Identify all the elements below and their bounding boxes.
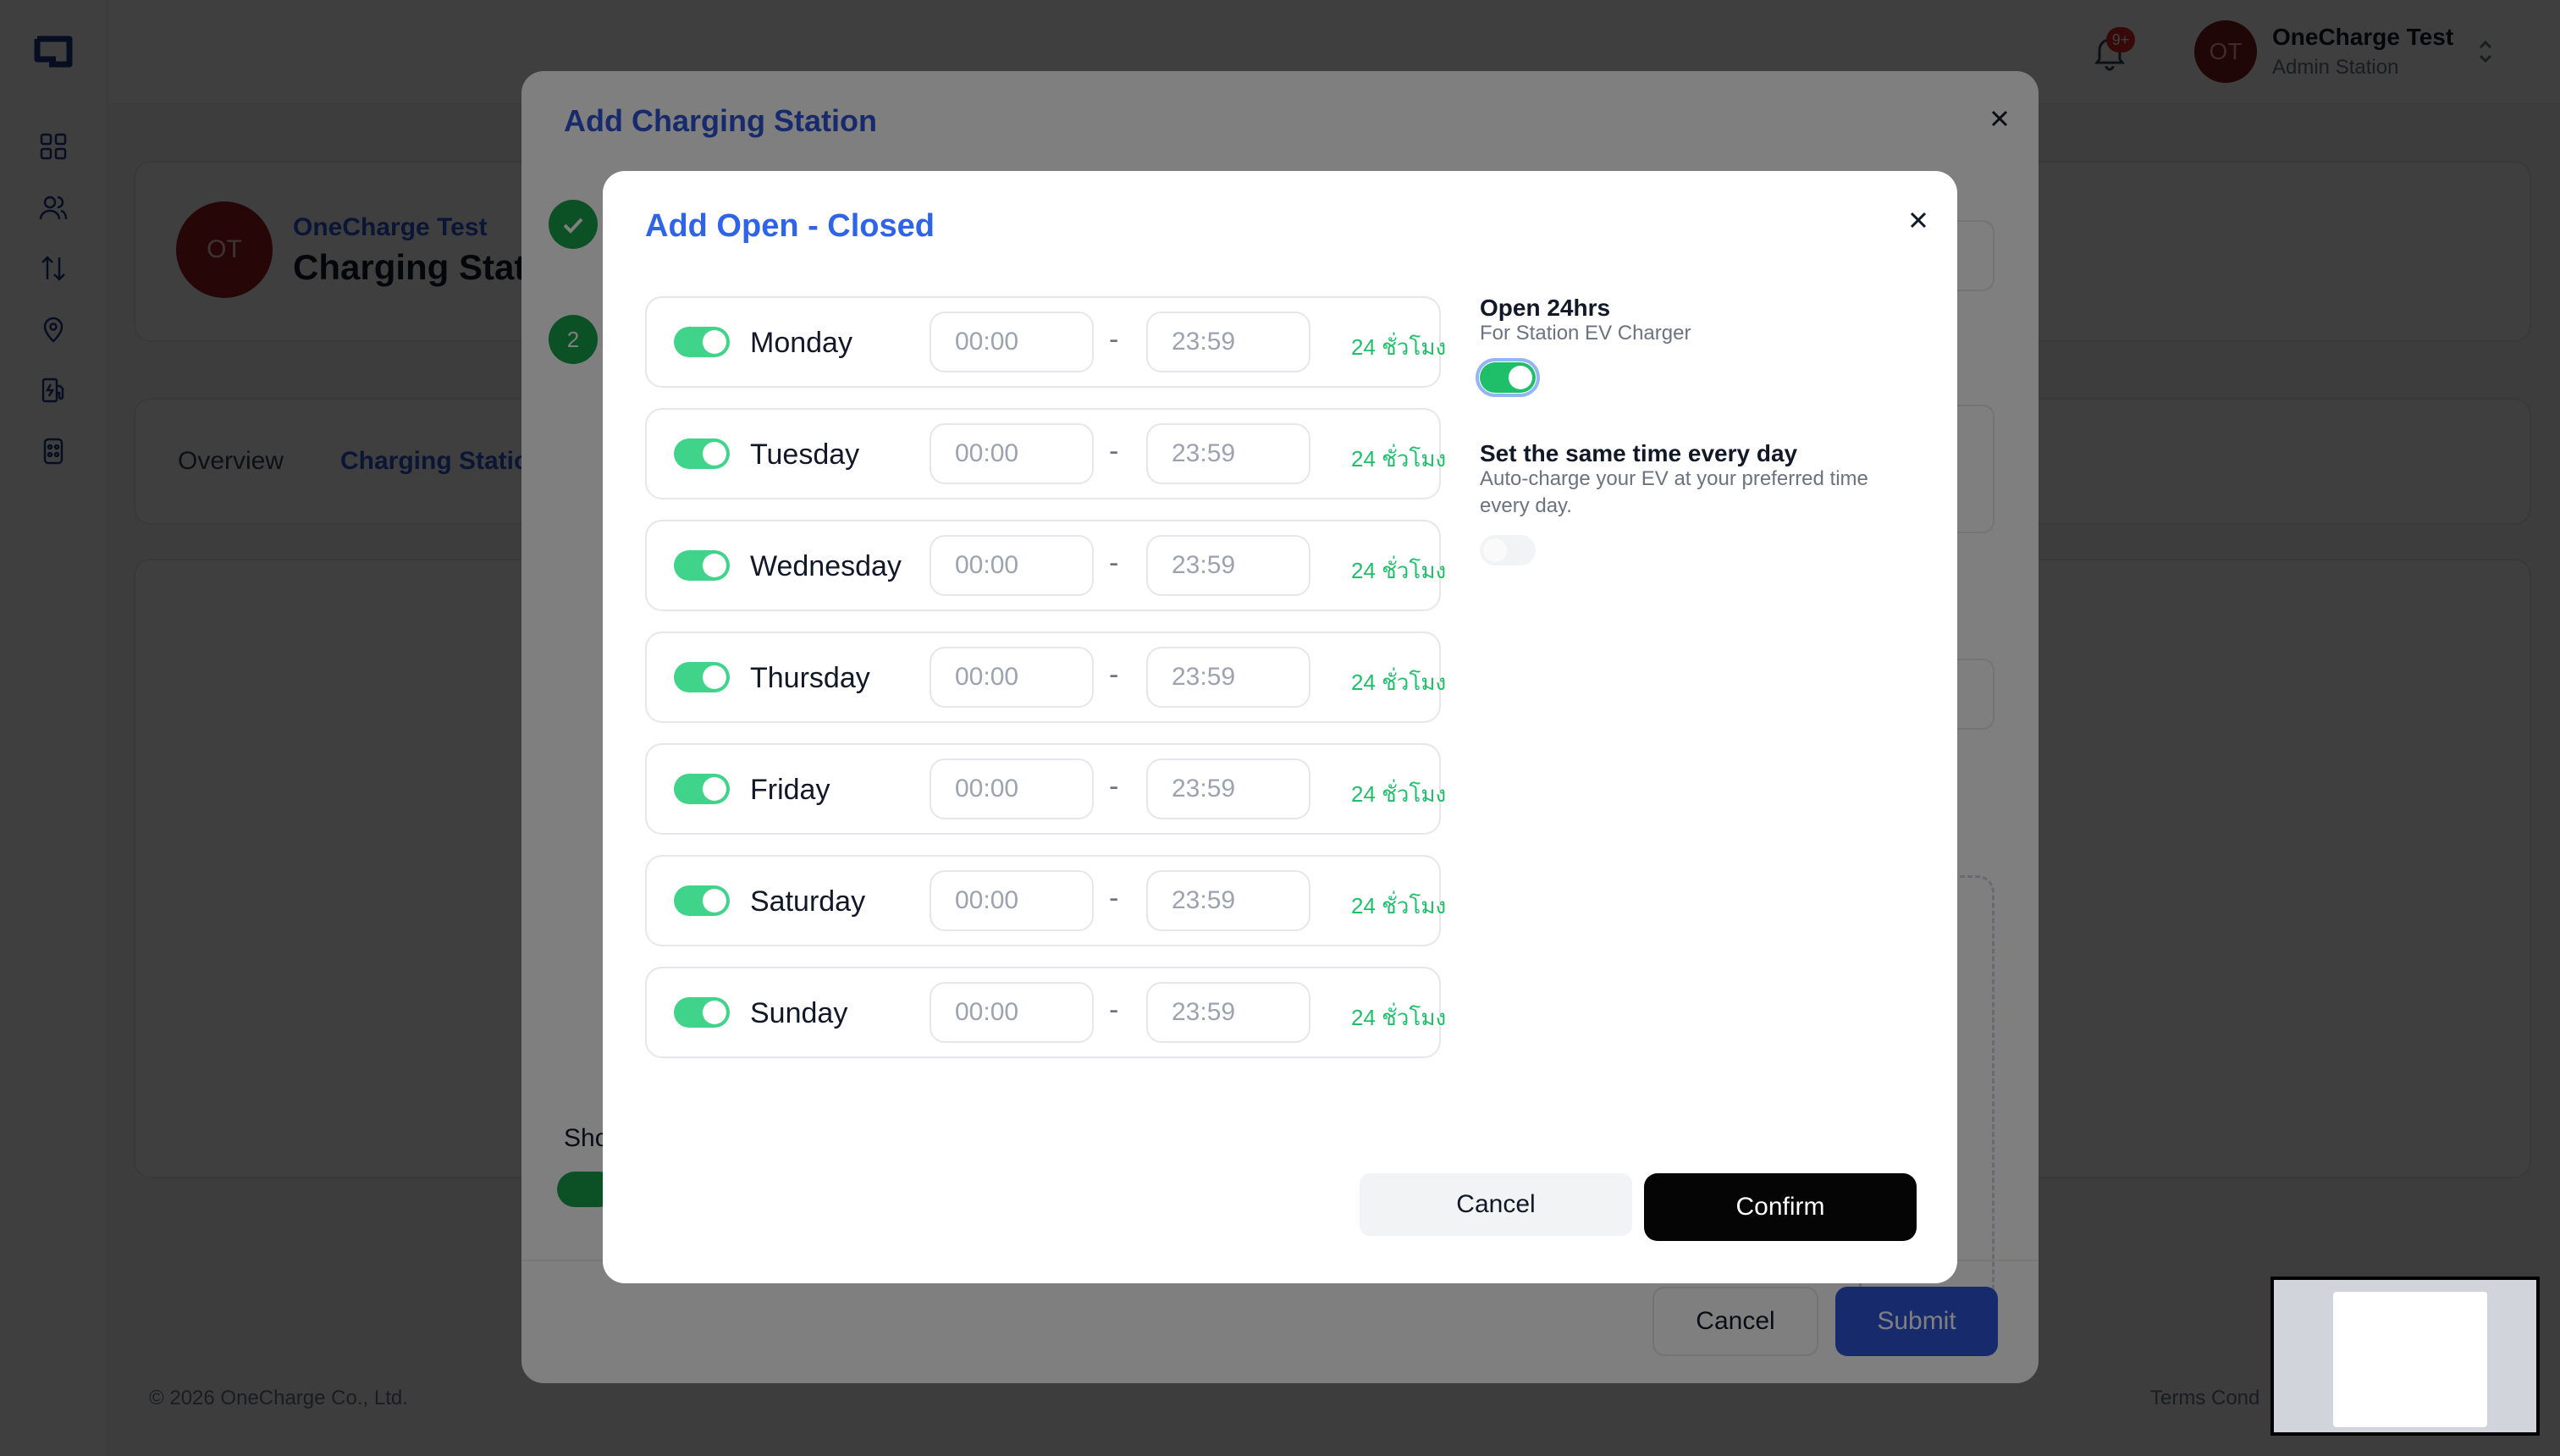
open-time-input[interactable]: 00:00 (930, 758, 1094, 819)
time-separator: - (1109, 659, 1119, 691)
day-label: Wednesday (750, 550, 902, 582)
screen-preview-thumbnail[interactable] (2270, 1277, 2540, 1436)
day-row-friday: Friday 00:00 - 23:59 24 ชั่วโมง (645, 743, 1446, 835)
day-label: Friday (750, 774, 830, 806)
open-24hrs-description: For Station EV Charger (1480, 322, 1691, 345)
close-icon[interactable] (1901, 203, 1935, 237)
close-time-input[interactable]: 23:59 (1146, 312, 1310, 372)
hours-label: 24 ชั่วโมง (1351, 1005, 1447, 1030)
hours-label: 24 ชั่วโมง (1351, 893, 1447, 918)
thumbnail-modal (2333, 1292, 2487, 1427)
hours-label: 24 ชั่วโมง (1351, 446, 1447, 472)
add-open-closed-modal: Add Open - Closed Monday 00:00 - 23:59 2… (603, 171, 1957, 1283)
day-toggle[interactable] (674, 997, 730, 1028)
open-time-input[interactable]: 00:00 (930, 423, 1094, 484)
day-toggle[interactable] (674, 885, 730, 916)
day-row-thursday: Thursday 00:00 - 23:59 24 ชั่วโมง (645, 631, 1446, 723)
same-time-toggle[interactable] (1480, 535, 1536, 565)
close-time-input[interactable]: 23:59 (1146, 423, 1310, 484)
day-toggle[interactable] (674, 438, 730, 469)
hours-label: 24 ชั่วโมง (1351, 670, 1447, 695)
cancel-button[interactable]: Cancel (1360, 1173, 1632, 1236)
hours-label: 24 ชั่วโมง (1351, 781, 1447, 807)
day-label: Saturday (750, 885, 866, 918)
close-time-input[interactable]: 23:59 (1146, 982, 1310, 1043)
time-separator: - (1109, 882, 1119, 914)
day-toggle[interactable] (674, 550, 730, 581)
day-row-wednesday: Wednesday 00:00 - 23:59 24 ชั่วโมง (645, 520, 1446, 611)
hours-label: 24 ชั่วโมง (1351, 558, 1447, 583)
same-time-title: Set the same time every day (1480, 440, 1798, 466)
open-time-input[interactable]: 00:00 (930, 870, 1094, 931)
open-24hrs-title: Open 24hrs (1480, 295, 1611, 321)
time-separator: - (1109, 770, 1119, 802)
day-toggle[interactable] (674, 327, 730, 357)
day-row-tuesday: Tuesday 00:00 - 23:59 24 ชั่วโมง (645, 408, 1446, 499)
time-separator: - (1109, 994, 1119, 1026)
confirm-button[interactable]: Confirm (1644, 1173, 1917, 1241)
close-time-input[interactable]: 23:59 (1146, 535, 1310, 596)
close-time-input[interactable]: 23:59 (1146, 647, 1310, 708)
open-time-input[interactable]: 00:00 (930, 312, 1094, 372)
modal-title: Add Open - Closed (645, 208, 935, 244)
day-label: Monday (750, 327, 852, 359)
time-separator: - (1109, 323, 1119, 356)
time-separator: - (1109, 435, 1119, 467)
open-time-input[interactable]: 00:00 (930, 535, 1094, 596)
day-label: Tuesday (750, 438, 860, 471)
day-toggle[interactable] (674, 662, 730, 692)
open-24hrs-toggle[interactable] (1476, 358, 1540, 397)
day-label: Sunday (750, 997, 848, 1029)
open-time-input[interactable]: 00:00 (930, 982, 1094, 1043)
close-time-input[interactable]: 23:59 (1146, 870, 1310, 931)
open-time-input[interactable]: 00:00 (930, 647, 1094, 708)
same-time-description: Auto-charge your EV at your preferred ti… (1480, 467, 1868, 517)
time-separator: - (1109, 547, 1119, 579)
close-time-input[interactable]: 23:59 (1146, 758, 1310, 819)
day-row-saturday: Saturday 00:00 - 23:59 24 ชั่วโมง (645, 855, 1446, 946)
day-row-monday: Monday 00:00 - 23:59 24 ชั่วโมง (645, 296, 1446, 388)
day-toggle[interactable] (674, 774, 730, 804)
hours-label: 24 ชั่วโมง (1351, 334, 1447, 360)
day-row-sunday: Sunday 00:00 - 23:59 24 ชั่วโมง (645, 967, 1446, 1058)
day-label: Thursday (750, 662, 870, 694)
